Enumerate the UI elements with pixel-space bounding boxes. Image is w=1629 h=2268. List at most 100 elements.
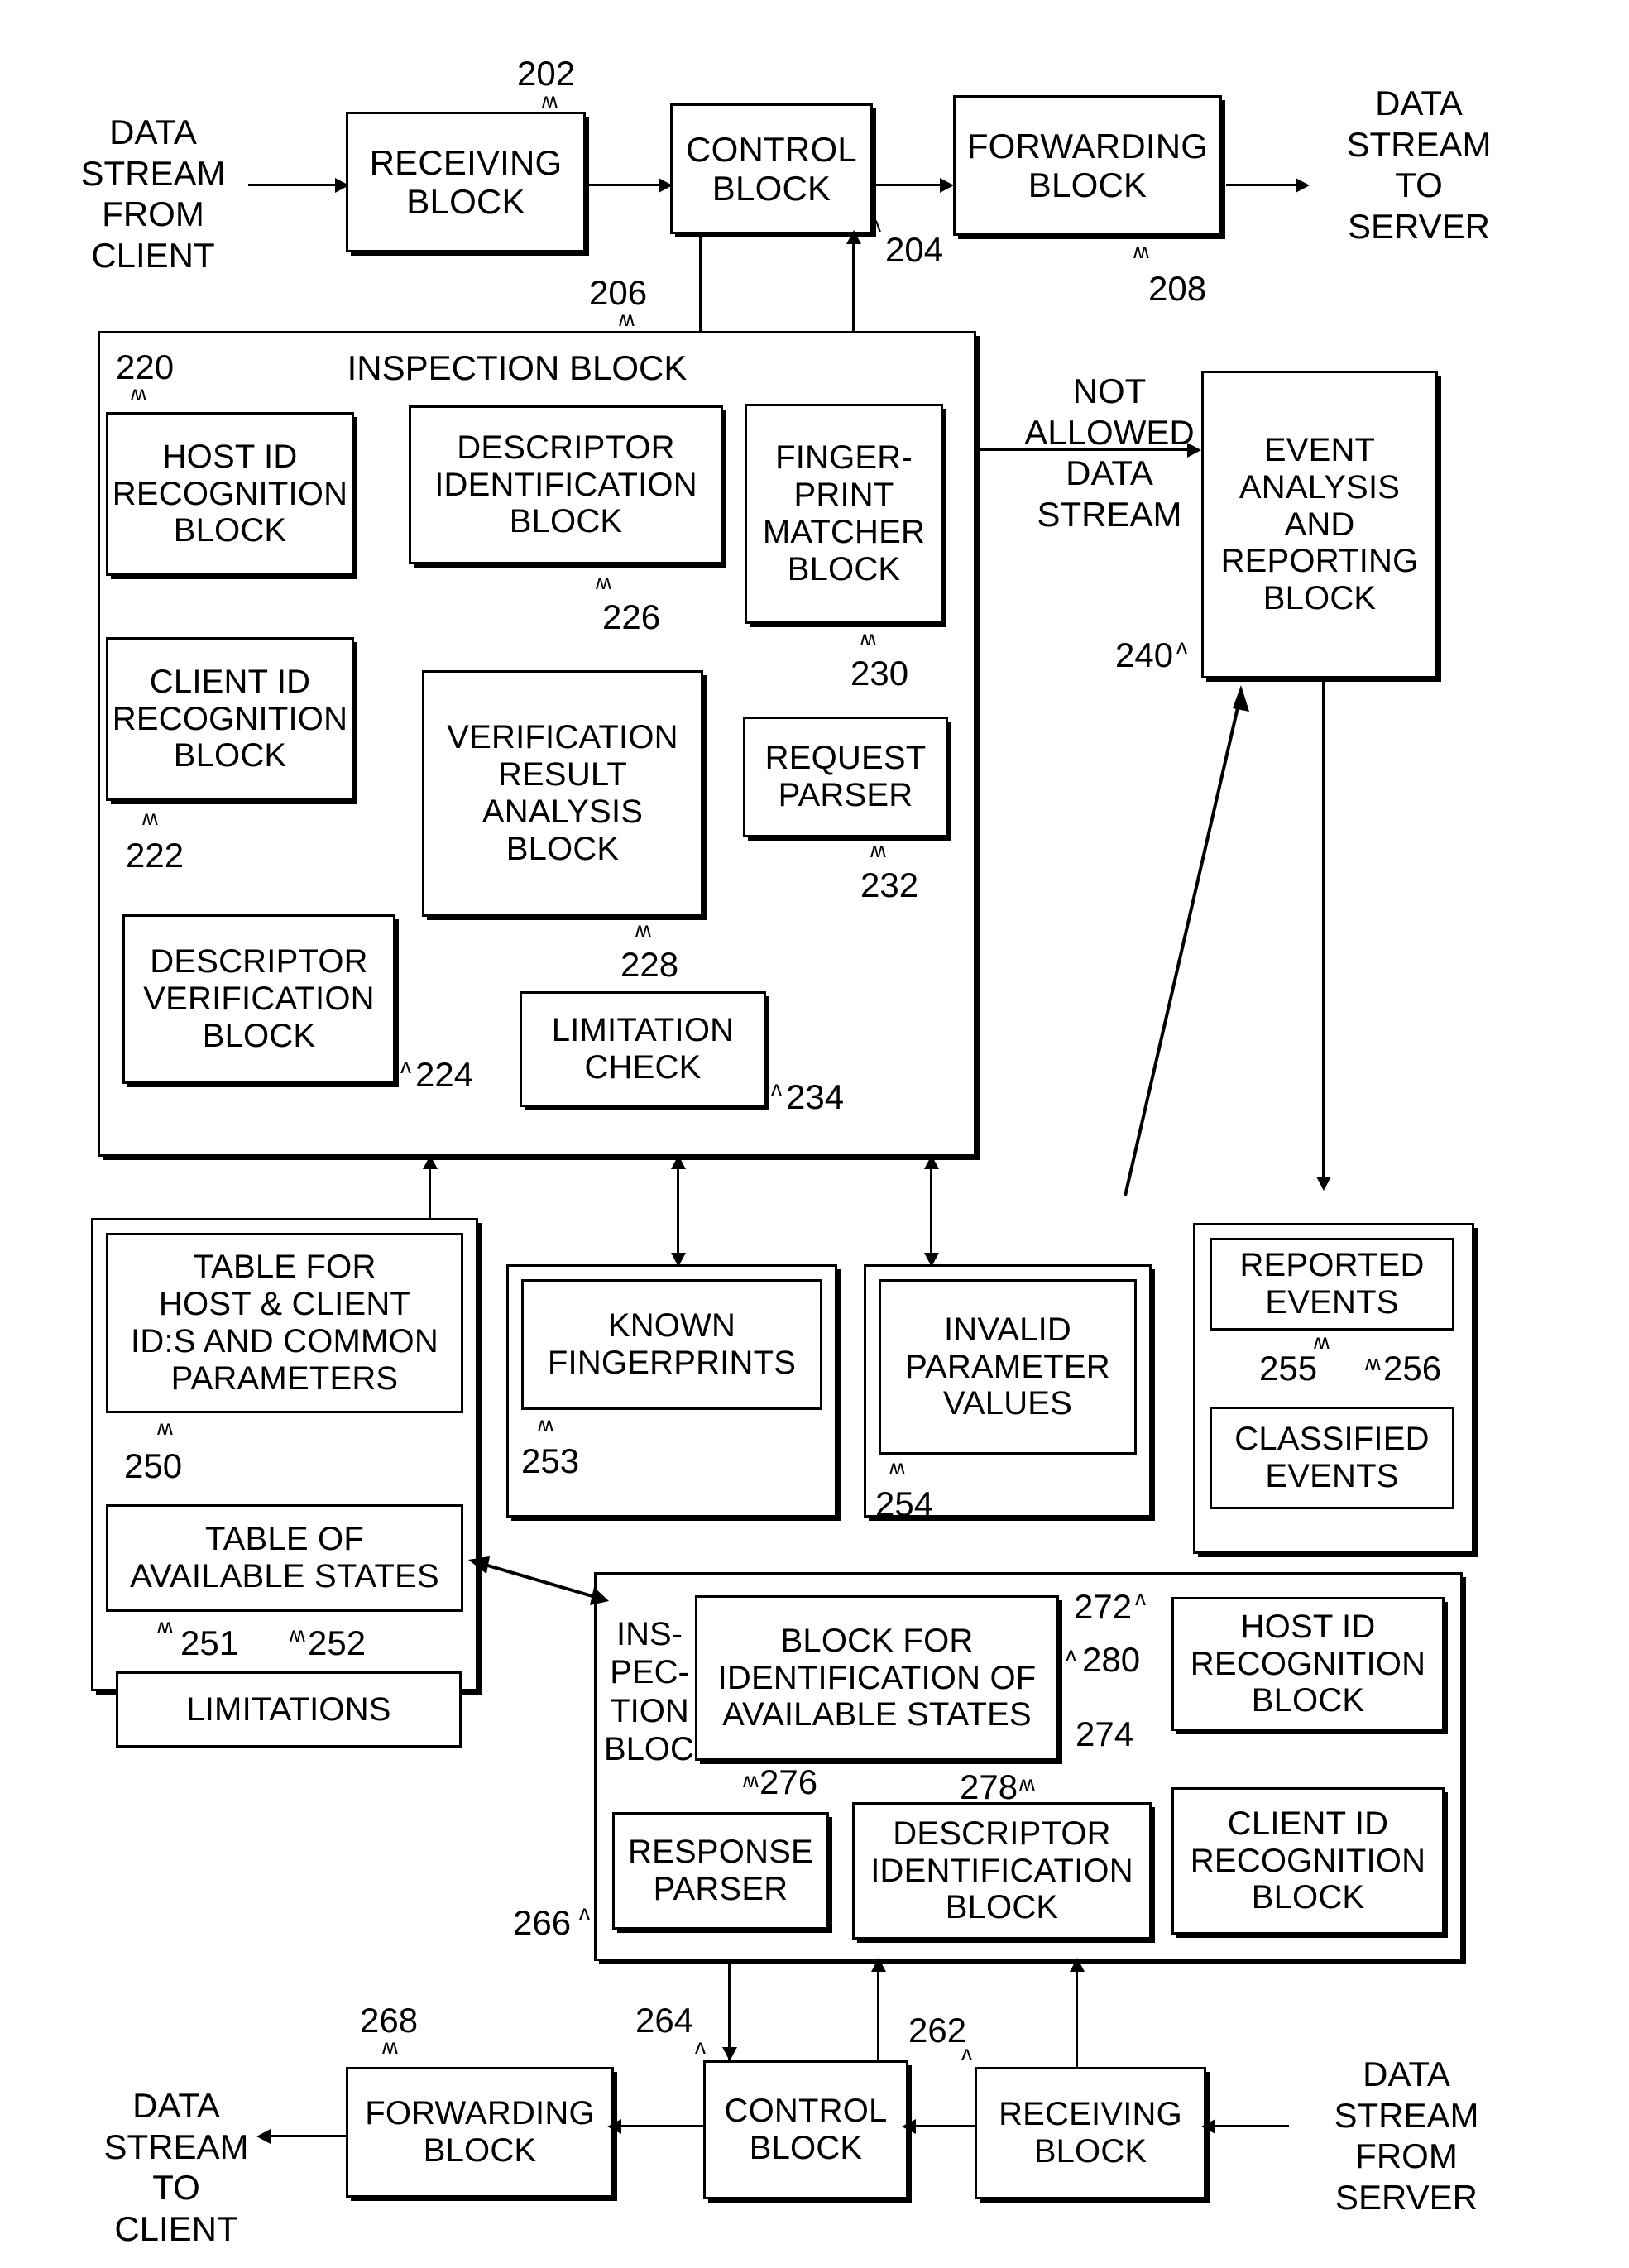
descriptor-identification-block-server[interactable]: DESCRIPTOR IDENTIFICATION BLOCK [852,1802,1152,1940]
leader-hook-202: ʍ [542,88,558,113]
receiving-block-server[interactable]: RECEIVING BLOCK [975,2067,1206,2199]
diagonal-connector-invalid-to-240 [1124,685,1249,1196]
leader-hook-253: ʍ [538,1412,553,1436]
verification-result-analysis-block[interactable]: VERIFICATION RESULT ANALYSIS BLOCK [422,670,703,917]
arrow-head-not-allowed [1187,443,1201,458]
ref-278: 278 [960,1767,1018,1806]
inspection-block-title: INSPECTION BLOCK [347,348,688,387]
response-parser-block[interactable]: RESPONSE PARSER [612,1812,829,1930]
client-id-recognition-block-client[interactable]: CLIENT ID RECOGNITION BLOCK [106,637,354,801]
ref-272: 272 [1074,1587,1133,1626]
data-stream-from-client-label: DATA STREAM FROM CLIENT [80,113,226,275]
ref-251: 251 [180,1623,239,1662]
limitations-label: LIMITATIONS [186,1690,391,1728]
descriptor-identification-block-server-label: DESCRIPTOR IDENTIFICATION BLOCK [870,1815,1133,1926]
ref-250: 250 [124,1446,183,1485]
ref-230: 230 [850,654,909,693]
receiving-block-client[interactable]: RECEIVING BLOCK [346,112,586,252]
ref-232: 232 [860,865,919,904]
control-block-server[interactable]: CONTROL BLOCK [703,2060,908,2199]
arrow-line-ctrl-to-fwd-server [616,2125,705,2127]
host-id-recognition-block-server-label: HOST ID RECOGNITION BLOCK [1190,1608,1426,1719]
client-id-recognition-block-server-label: CLIENT ID RECOGNITION BLOCK [1190,1805,1426,1916]
leader-hook-204: ʌ [870,212,881,237]
forwarding-block-server-label: FORWARDING BLOCK [365,2095,595,2169]
limitations-block[interactable]: LIMITATIONS [116,1671,462,1748]
arrow-line-recv-to-ctrl [589,184,664,186]
leader-hook-220: ʍ [131,381,146,405]
data-stream-from-server-label: DATA STREAM FROM SERVER [1334,2055,1479,2217]
arrow-head-inspection-to-ctrl [846,230,861,244]
data-stream-to-client-label: DATA STREAM TO CLIENT [103,2086,249,2248]
event-analysis-and-reporting-block[interactable]: EVENT ANALYSIS AND REPORTING BLOCK [1201,371,1438,678]
ref-224: 224 [415,1055,474,1094]
leader-hook-250: ʍ [157,1415,173,1440]
leader-hook-280: ʌ [1066,1642,1076,1666]
invalid-parameter-values-label: INVALID PARAMETER VALUES [905,1311,1110,1422]
leader-hook-240: ʌ [1176,634,1187,659]
request-parser-block[interactable]: REQUEST PARSER [743,717,948,837]
line-ctrl-to-inspection [699,233,702,342]
fingerprint-matcher-block[interactable]: FINGER- PRINT MATCHER BLOCK [745,404,943,624]
leader-hook-228: ʍ [635,917,651,942]
ref-266: 266 [513,1903,572,1942]
arrow-head-up-table250 [423,1155,438,1169]
limitation-check-block[interactable]: LIMITATION CHECK [520,991,766,1107]
leader-hook-268: ʍ [382,2034,398,2059]
leader-hook-232: ʍ [870,837,886,862]
event-analysis-and-reporting-block-label: EVENT ANALYSIS AND REPORTING BLOCK [1220,432,1419,617]
leader-hook-256: ʍ [1365,1350,1381,1375]
receiving-block-server-label: RECEIVING BLOCK [999,2096,1182,2170]
ref-253: 253 [521,1441,580,1480]
ref-280: 280 [1082,1640,1141,1679]
block-identification-available-states[interactable]: BLOCK FOR IDENTIFICATION OF AVAILABLE ST… [695,1595,1059,1761]
arrow-line-server-out [266,2135,347,2137]
known-fingerprints-block[interactable]: KNOWN FINGERPRINTS [521,1279,822,1410]
block-identification-available-states-label: BLOCK FOR IDENTIFICATION OF AVAILABLE ST… [717,1622,1037,1733]
host-id-recognition-block-client[interactable]: HOST ID RECOGNITION BLOCK [106,412,354,576]
data-stream-to-server-label: DATA STREAM TO SERVER [1346,84,1492,246]
leader-hook-222: ʍ [142,805,158,830]
leader-hook-262: ʌ [961,2040,972,2065]
ref-204: 204 [885,230,944,269]
leader-hook-208: ʍ [1133,238,1149,263]
forwarding-block-client[interactable]: FORWARDING BLOCK [953,95,1222,236]
leader-hook-234: ʌ [771,1076,782,1100]
arrow-line-client-in [248,184,339,186]
leader-hook-264: ʌ [695,2034,706,2059]
classified-events-label: CLASSIFIED EVENTS [1234,1421,1430,1494]
control-block-client[interactable]: CONTROL BLOCK [670,103,873,234]
limitation-check-block-label: LIMITATION CHECK [551,1012,735,1086]
leader-hook-251: ʍ [157,1613,173,1638]
ref-254: 254 [875,1484,934,1523]
line-ctrl-server-to-inspection [877,1961,879,2062]
forwarding-block-server[interactable]: FORWARDING BLOCK [346,2067,614,2198]
descriptor-identification-block-client-label: DESCRIPTOR IDENTIFICATION BLOCK [434,429,697,540]
control-block-client-label: CONTROL BLOCK [686,129,857,208]
ref-222: 222 [126,836,184,875]
invalid-parameter-values-block[interactable]: INVALID PARAMETER VALUES [879,1279,1137,1455]
table-available-states-block[interactable]: TABLE OF AVAILABLE STATES [106,1504,463,1612]
client-id-recognition-block-server[interactable]: CLIENT ID RECOGNITION BLOCK [1171,1787,1445,1935]
control-block-server-label: CONTROL BLOCK [724,2093,888,2166]
patent-figure-canvas: DATA STREAM FROM CLIENT 202 ʍ RECEIVING … [0,0,1629,2268]
arrow-line-client-out [1226,184,1301,186]
reported-events-block[interactable]: REPORTED EVENTS [1210,1238,1454,1331]
line-inspection-to-ctrl [852,233,855,342]
host-id-recognition-block-server[interactable]: HOST ID RECOGNITION BLOCK [1171,1597,1445,1731]
classified-events-block[interactable]: CLASSIFIED EVENTS [1210,1407,1454,1509]
ref-252: 252 [308,1623,367,1662]
descriptor-verification-block[interactable]: DESCRIPTOR VERIFICATION BLOCK [122,914,395,1084]
arrow-head-ctrl-to-fwd-server [607,2119,621,2134]
host-id-recognition-block-client-label: HOST ID RECOGNITION BLOCK [112,438,348,549]
ref-255: 255 [1259,1349,1318,1388]
leader-hook-266: ʌ [579,1900,590,1925]
ref-228: 228 [620,945,679,984]
ref-274: 274 [1076,1714,1134,1753]
arrow-head-recv-server-to-inspection [1070,1958,1085,1972]
table-host-client-ids-block[interactable]: TABLE FOR HOST & CLIENT ID:S AND COMMON … [106,1233,463,1413]
ref-234: 234 [786,1077,845,1116]
response-parser-block-label: RESPONSE PARSER [628,1834,813,1907]
fingerprint-matcher-block-label: FINGER- PRINT MATCHER BLOCK [762,439,926,587]
descriptor-identification-block-client[interactable]: DESCRIPTOR IDENTIFICATION BLOCK [409,405,723,564]
